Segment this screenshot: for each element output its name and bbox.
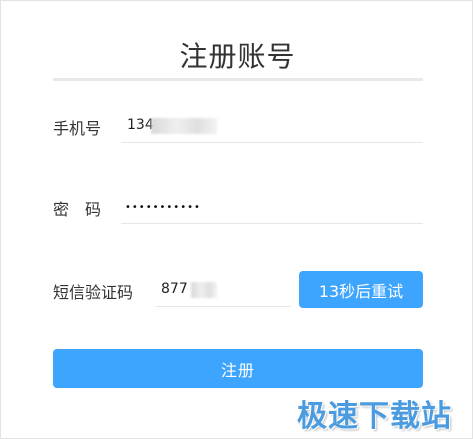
phone-redaction: [151, 118, 217, 134]
password-label: 密 码: [53, 200, 102, 219]
sms-code-input[interactable]: 877: [161, 281, 188, 297]
site-watermark: 极速下载站: [297, 399, 452, 434]
sms-code-underline: [156, 306, 291, 307]
dialog-title: 注册账号: [179, 40, 296, 73]
sms-code-redaction: [191, 282, 217, 298]
register-button[interactable]: 注册: [53, 349, 423, 388]
phone-input[interactable]: 134: [127, 117, 154, 133]
phone-underline: [121, 142, 423, 143]
resend-code-button[interactable]: 13秒后重试: [299, 271, 423, 308]
phone-label: 手机号: [53, 119, 102, 138]
title-divider: [53, 78, 423, 81]
password-input[interactable]: •••••••••••: [125, 202, 201, 213]
register-dialog: 注册账号 手机号 134 密 码 ••••••••••• 短信验证码 877 1…: [0, 0, 473, 439]
sms-code-label: 短信验证码: [53, 283, 134, 302]
password-underline: [121, 223, 423, 224]
